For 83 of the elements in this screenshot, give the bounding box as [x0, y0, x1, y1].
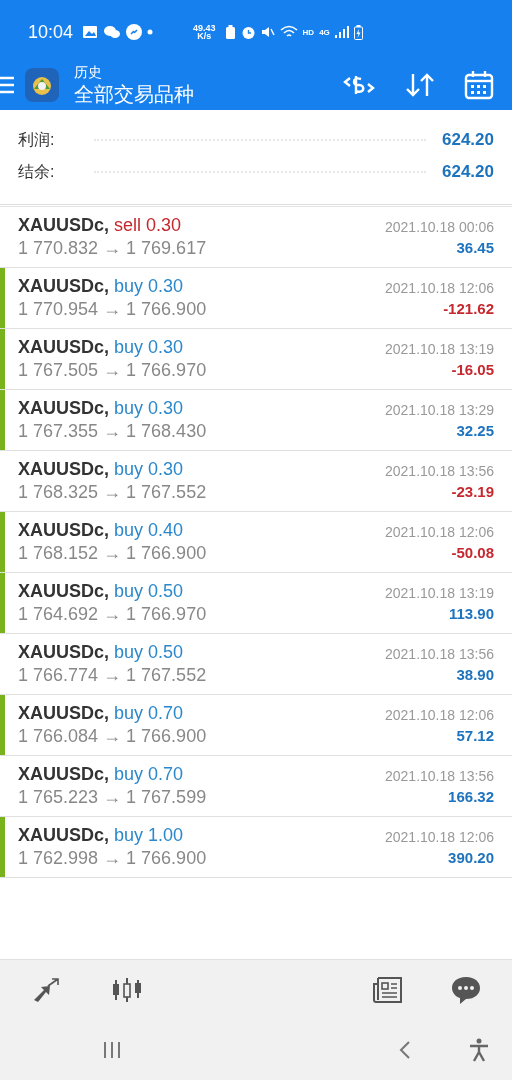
trade-symbol: XAUUSDc, [18, 581, 110, 602]
signal-icon [334, 26, 349, 38]
trade-profit: 390.20 [448, 848, 494, 866]
trade-prices: 1 768.325 → 1 767.552 [18, 482, 208, 503]
calendar-icon[interactable] [464, 70, 494, 100]
trade-time: 2021.10.18 12:06 [385, 828, 494, 845]
trade-prices: 1 764.692 → 1 766.970 [18, 604, 208, 625]
trade-profit: -23.19 [451, 482, 494, 500]
trade-time: 2021.10.18 00:06 [385, 218, 494, 235]
battery-saver-icon [224, 25, 236, 39]
status-time: 10:04 [28, 21, 74, 43]
trade-prices: 1 766.774 → 1 767.552 [18, 665, 208, 686]
trade-symbol: XAUUSDc, [18, 764, 110, 785]
trade-profit: 36.45 [456, 238, 494, 256]
trade-profit: 113.90 [448, 604, 494, 622]
trade-symbol: XAUUSDc, [18, 520, 110, 541]
trade-volume: buy 0.50 [114, 581, 184, 602]
trade-volume: buy 0.70 [114, 703, 184, 724]
trade-volume: buy 1.00 [114, 825, 184, 846]
speed-unit: K/s [197, 32, 212, 40]
hd-label: HD [302, 27, 315, 37]
summary-value: 624.20 [442, 162, 494, 182]
trade-volume: sell 0.30 [114, 215, 182, 236]
trade-prices: 1 766.084 → 1 766.900 [18, 726, 208, 747]
trade-volume: buy 0.70 [114, 764, 184, 785]
menu-icon[interactable] [0, 75, 14, 95]
trade-symbol: XAUUSDc, [18, 398, 110, 419]
trade-prices: 1 762.998 → 1 766.900 [18, 848, 208, 869]
trade-prices: 1 767.355 → 1 768.430 [18, 421, 208, 442]
trade-volume: buy 0.30 [114, 398, 184, 419]
mute-icon [260, 25, 275, 39]
trade-time: 2021.10.18 13:56 [385, 767, 494, 784]
trade-profit: 166.32 [448, 787, 494, 805]
chat-bubbles-icon [103, 25, 122, 39]
trade-symbol: XAUUSDc, [18, 215, 110, 236]
battery-icon [353, 24, 363, 40]
trade-time: 2021.10.18 13:56 [385, 462, 494, 479]
candlestick-icon[interactable] [110, 976, 144, 1004]
trade-prices: 1 770.954 → 1 766.900 [18, 299, 208, 320]
trade-profit: 32.25 [456, 421, 494, 439]
trade-volume: buy 0.50 [114, 642, 184, 663]
header-subtitle: 历史 [74, 63, 103, 81]
chat-icon[interactable] [450, 975, 482, 1005]
trade-time: 2021.10.18 12:06 [385, 523, 494, 540]
newspaper-icon[interactable] [372, 975, 404, 1005]
trade-symbol: XAUUSDc, [18, 642, 110, 663]
dot-icon [147, 29, 154, 35]
trade-time: 2021.10.18 13:19 [385, 340, 494, 357]
app-logo-icon [24, 67, 60, 103]
trade-profit: 57.12 [456, 726, 494, 744]
trade-symbol: XAUUSDc, [18, 459, 110, 480]
trade-time: 2021.10.18 12:06 [385, 279, 494, 296]
trade-profit: -121.62 [443, 299, 494, 317]
trade-time: 2021.10.18 13:29 [385, 401, 494, 418]
network-speed: 49.43 [193, 24, 216, 32]
network-type: 4G [319, 27, 330, 37]
accessibility-icon[interactable] [468, 1038, 490, 1062]
trade-profit: 38.90 [456, 665, 494, 683]
trade-prices: 1 770.832 → 1 769.617 [18, 238, 208, 259]
summary-label: 结余: [18, 161, 55, 182]
trade-prices: 1 765.223 → 1 767.599 [18, 787, 208, 808]
trade-prices: 1 767.505 → 1 766.970 [18, 360, 208, 381]
trade-time: 2021.10.18 13:56 [385, 645, 494, 662]
trade-prices: 1 768.152 → 1 766.900 [18, 543, 208, 564]
trade-time: 2021.10.18 12:06 [385, 706, 494, 723]
trade-symbol: XAUUSDc, [18, 276, 110, 297]
summary-value: 624.20 [442, 130, 494, 150]
header-title[interactable]: 全部交易品种 [74, 81, 342, 107]
image-icon [82, 25, 99, 39]
trade-volume: buy 0.30 [114, 337, 184, 358]
trade-volume: buy 0.40 [114, 520, 184, 541]
trade-volume: buy 0.30 [114, 459, 184, 480]
wifi-icon [279, 25, 298, 39]
summary-label: 利润: [18, 129, 55, 150]
trade-symbol: XAUUSDc, [18, 337, 110, 358]
trade-profit: -16.05 [451, 360, 494, 378]
recent-apps-icon[interactable] [102, 1041, 122, 1059]
trade-time: 2021.10.18 13:19 [385, 584, 494, 601]
trade-symbol: XAUUSDc, [18, 825, 110, 846]
back-icon[interactable] [398, 1040, 412, 1060]
trade-symbol: XAUUSDc, [18, 703, 110, 724]
trade-profit: -50.08 [451, 543, 494, 561]
trade-volume: buy 0.30 [114, 276, 184, 297]
